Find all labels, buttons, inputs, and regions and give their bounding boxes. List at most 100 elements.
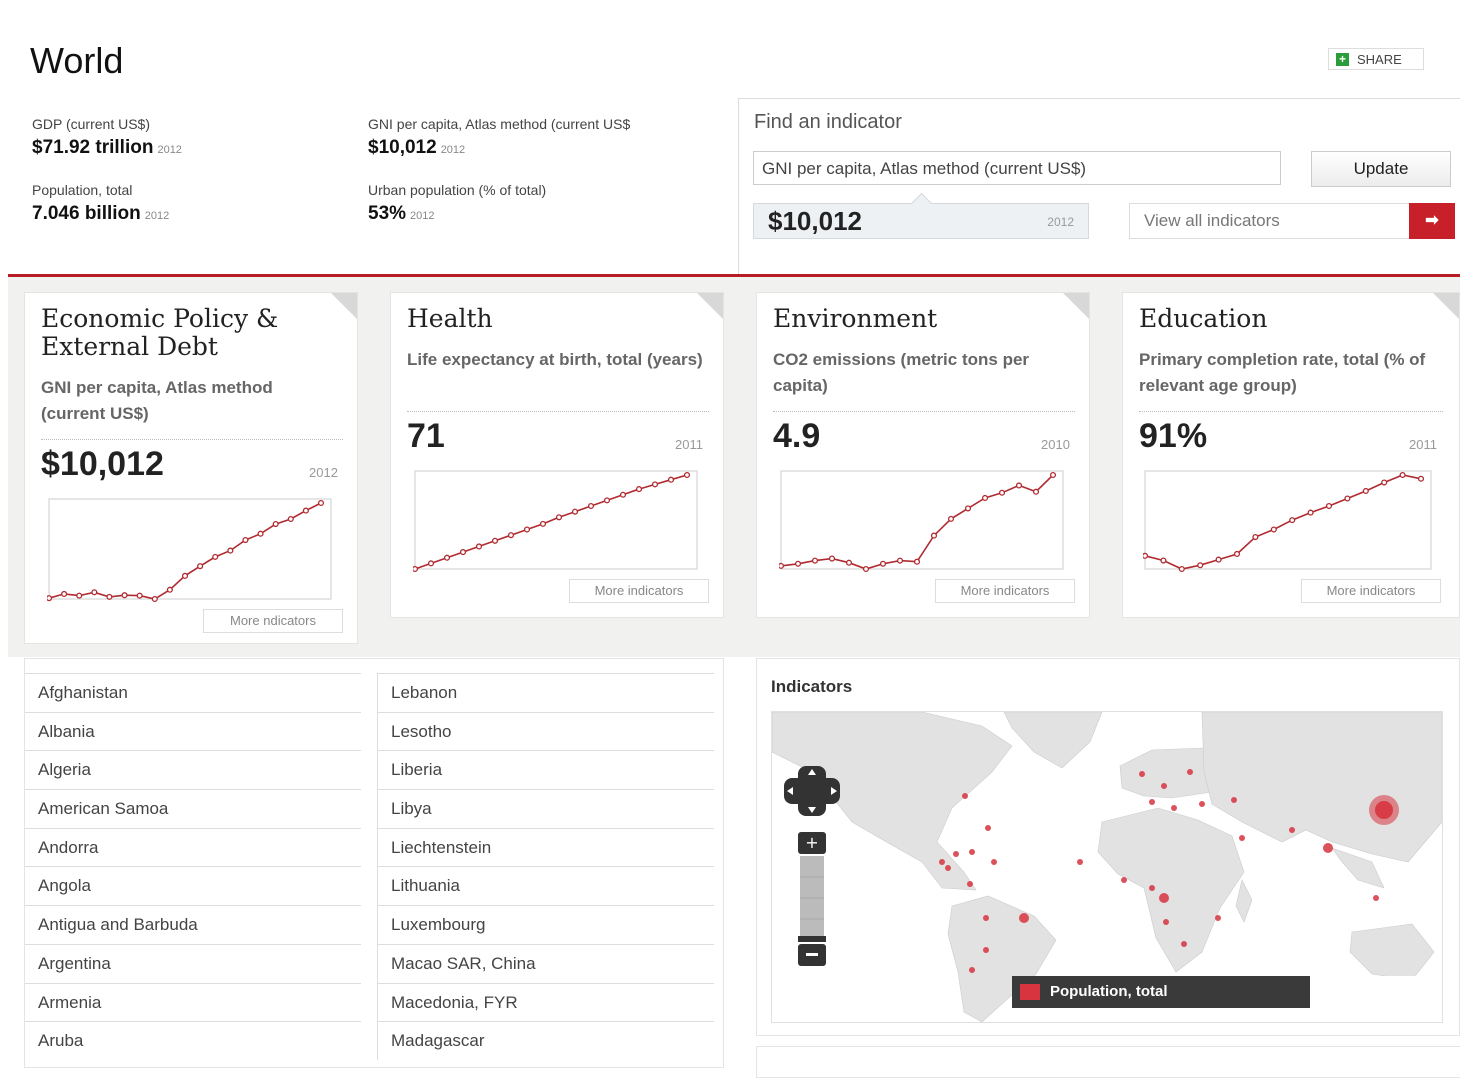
card-year: 2012 — [309, 465, 338, 480]
stat-value: 7.046 billion 2012 — [32, 203, 170, 224]
share-label: SHARE — [1357, 52, 1402, 67]
stat-value: 53% 2012 — [368, 203, 435, 224]
stat-population: Population, total 7.046 billion 2012 — [32, 182, 169, 225]
country-link[interactable]: Lebanon — [378, 673, 714, 712]
card-indicator: Primary completion rate, total (% of rel… — [1139, 350, 1426, 395]
sparkline-point — [794, 560, 802, 567]
stat-label: Urban population (% of total) — [368, 182, 547, 198]
card-title: Economic Policy & External Debt — [41, 304, 279, 361]
sparkline-point — [981, 494, 989, 502]
country-link[interactable]: Liberia — [378, 750, 714, 789]
world-page: World + SHARE GDP (current US$) $71.92 t… — [8, 0, 1460, 1078]
card-year: 2010 — [1041, 437, 1070, 452]
view-all-indicators-link[interactable]: View all indicators — [1129, 203, 1411, 239]
share-button[interactable]: + SHARE — [1328, 48, 1424, 70]
sparkline-point — [197, 563, 204, 570]
sparkline-point — [212, 553, 219, 560]
magnifier-icon[interactable] — [331, 293, 357, 319]
more-indicators-button[interactable]: More indicators — [569, 579, 709, 603]
country-link[interactable]: Angola — [25, 866, 361, 905]
map-legend: Population, total — [1012, 976, 1310, 1008]
sparkline-point — [257, 530, 264, 537]
magnifier-icon[interactable] — [1433, 293, 1459, 319]
sparkline-point — [1252, 533, 1259, 541]
stat-label: Population, total — [32, 182, 133, 198]
sparkline-point — [427, 560, 435, 567]
dotted-divider — [407, 411, 709, 412]
country-link[interactable]: Luxembourg — [378, 905, 714, 944]
sparkline-point — [779, 562, 785, 569]
result-year: 2012 — [1047, 215, 1074, 229]
sparkline-point — [272, 521, 279, 528]
card-title: Education — [1139, 304, 1268, 333]
sparkline-chart — [1143, 470, 1432, 573]
plus-icon: + — [1336, 53, 1349, 66]
card-year: 2011 — [1409, 437, 1437, 452]
world-map[interactable]: + Population, total — [771, 711, 1443, 1023]
sparkline-point — [667, 476, 675, 483]
indicators-map-panel: Indicators + Population, total — [756, 658, 1460, 1036]
arrow-right-icon[interactable]: ➡ — [1409, 203, 1455, 239]
country-link[interactable]: Aruba — [25, 1021, 361, 1060]
sparkline-point — [683, 471, 691, 479]
sparkline-point — [845, 559, 853, 566]
country-link[interactable]: Albania — [25, 711, 361, 751]
country-link[interactable]: Armenia — [25, 982, 361, 1022]
country-link[interactable]: Afghanistan — [25, 673, 361, 712]
country-link[interactable]: American Samoa — [25, 789, 361, 828]
stat-label: GDP (current US$) — [32, 116, 150, 132]
map-zoom-control[interactable]: + — [798, 832, 826, 966]
sparkline-point — [91, 589, 98, 596]
sparkline-point — [862, 565, 870, 573]
more-indicators-button[interactable]: More indicators — [935, 579, 1075, 603]
card-year: 2011 — [675, 437, 703, 452]
sparkline-point — [635, 486, 643, 493]
country-link[interactable]: Andorra — [25, 827, 361, 867]
country-link[interactable]: Macedonia, FYR — [378, 982, 714, 1022]
country-link[interactable]: Lesotho — [378, 711, 714, 751]
sparkline-point — [166, 586, 173, 593]
country-link[interactable]: Argentina — [25, 943, 361, 983]
country-list: Afghanistan Albania Algeria American Samoa A… — [24, 658, 724, 1068]
stat-label: GNI per capita, Atlas method (current US… — [368, 116, 631, 132]
sparkline-point — [475, 543, 483, 550]
sparkline-point — [1178, 565, 1185, 573]
map-pan-control[interactable] — [784, 766, 840, 816]
sparkline-point — [507, 532, 515, 539]
sparkline-point — [61, 590, 68, 597]
sparkline-point — [1344, 495, 1351, 502]
sparkline-chart — [413, 470, 698, 573]
country-link[interactable]: Antigua and Barbuda — [25, 905, 361, 944]
update-button[interactable]: Update — [1311, 151, 1451, 187]
country-link[interactable]: Lithuania — [378, 866, 714, 905]
country-link[interactable]: Algeria — [25, 750, 361, 789]
sparkline-point — [317, 499, 325, 507]
country-link[interactable]: Madagascar — [378, 1021, 714, 1060]
country-link[interactable]: Libya — [378, 789, 714, 828]
indicator-result: $10,012 2012 — [753, 192, 1089, 239]
dotted-divider — [773, 411, 1075, 412]
country-link[interactable]: Liechtenstein — [378, 827, 714, 867]
more-indicators-button[interactable]: More indicators — [1301, 579, 1441, 603]
card-value: 71 — [407, 417, 445, 455]
sparkline-point — [1032, 488, 1040, 495]
sparkline-point — [1289, 517, 1296, 524]
card-indicator: CO2 emissions (metric tons per capita) — [773, 350, 1030, 395]
sparkline-point — [539, 520, 547, 527]
sparkline-point — [181, 572, 189, 579]
stat-value: $10,012 2012 — [368, 137, 466, 158]
sparkline-point — [459, 549, 467, 556]
magnifier-icon[interactable] — [697, 293, 723, 319]
sparkline-point — [76, 592, 83, 599]
card-indicator: GNI per capita, Atlas method (current US… — [41, 378, 273, 423]
card-economic-policy: Economic Policy & External Debt GNI per … — [24, 292, 358, 644]
indicator-search-input[interactable]: GNI per capita, Atlas method (current US… — [753, 151, 1281, 185]
dotted-divider — [1139, 411, 1443, 412]
country-link[interactable]: Macao SAR, China — [378, 943, 714, 983]
more-indicators-button[interactable]: More ndicators — [203, 609, 343, 633]
sparkline-point — [896, 557, 904, 564]
magnifier-icon[interactable] — [1063, 293, 1089, 319]
legend-swatch — [1020, 984, 1040, 1000]
sparkline-point — [302, 507, 309, 514]
card-value: $10,012 — [41, 445, 164, 483]
